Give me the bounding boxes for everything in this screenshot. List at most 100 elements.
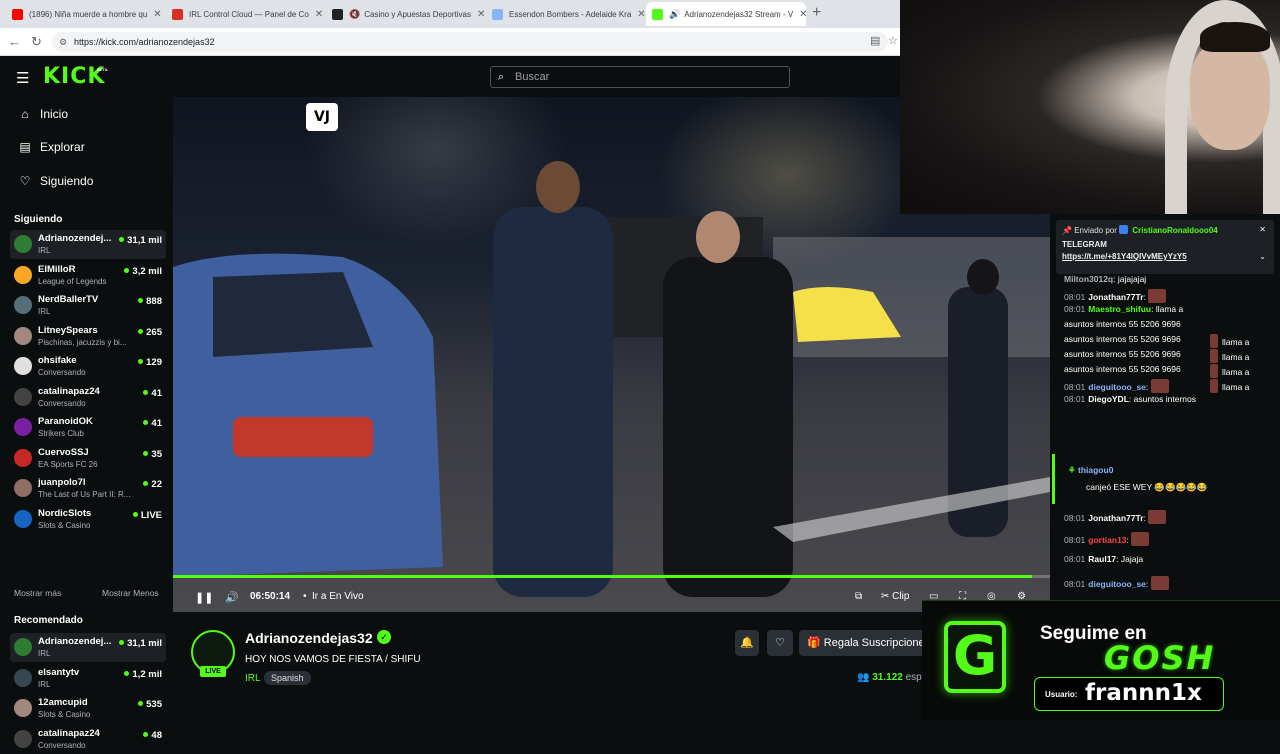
reader-icon[interactable]: ▤ <box>870 34 880 47</box>
url-text: https://kick.com/adrianozendejas32 <box>74 37 215 47</box>
chat-text-continued: llama a <box>1210 334 1249 348</box>
chat-message: asuntos internos 55 5206 9696 <box>1064 334 1181 344</box>
chat-username[interactable]: gortian13 <box>1088 535 1126 545</box>
pinned-message[interactable]: 📌 Enviado por CristianoRonaldooo04 TELEG… <box>1056 220 1274 274</box>
live-dot-icon <box>143 420 149 425</box>
clip-icon: ✂ <box>881 591 890 602</box>
menu-icon[interactable]: ☰ <box>16 69 29 87</box>
live-dot-icon <box>138 359 144 364</box>
browser-tab[interactable]: Essendon Bombers - Adelaide Kra ✕ <box>486 2 646 26</box>
chat-text: asuntos internos 55 5206 9696 <box>1064 364 1181 374</box>
channel-name: Adrianozendej... <box>38 636 112 647</box>
channel-category: Conversando <box>38 740 86 750</box>
chat-username[interactable]: Jonathan77Tr <box>1088 513 1143 523</box>
pinned-link[interactable]: https://t.me/+81Y4lQlVvMEyYzY5 <box>1062 252 1268 261</box>
back-icon[interactable]: ← <box>8 34 21 49</box>
chat-username[interactable]: Maestro_shifuu <box>1088 304 1151 314</box>
close-tab-icon[interactable]: ✕ <box>793 9 806 20</box>
sidebar-channel[interactable]: NerdBallerTV IRL 888 <box>10 291 166 320</box>
chat-username[interactable]: Jonathan77Tr <box>1088 292 1143 302</box>
address-bar: ← ↻ ⚙ https://kick.com/adrianozendejas32… <box>0 28 900 56</box>
chat-username[interactable]: DiegoYDL <box>1088 394 1129 404</box>
sub-text: canjeó ESE WEY 😂😂😂😂😂 <box>1086 482 1207 493</box>
close-tab-icon[interactable]: ✕ <box>147 9 161 20</box>
avatar <box>14 699 32 717</box>
bookmark-star-icon[interactable]: ☆ <box>888 34 898 47</box>
sidebar-channel[interactable]: catalinapaz24 Conversando 48 <box>10 725 166 754</box>
pause-icon[interactable]: ❚❚ <box>195 591 213 604</box>
nav-following[interactable]: ♡ Siguiendo <box>18 174 94 188</box>
close-tab-icon[interactable]: ✕ <box>309 9 323 20</box>
channel-category: Strikers Club <box>38 429 84 438</box>
chat-message: 08:01 Jonathan77Tr: <box>1064 289 1167 303</box>
sidebar-channel[interactable]: 12amcupid Slots & Casino 535 <box>10 694 166 723</box>
tab-title: Essendon Bombers - Adelaide Kra <box>509 9 632 19</box>
sub-highlight-bar <box>1052 454 1055 504</box>
browser-tab[interactable]: IRL Control Cloud — Panel de Co ✕ <box>166 2 326 26</box>
emote-icon <box>1150 576 1169 590</box>
search-icon: ⌕ <box>498 71 505 83</box>
chat-text-continued: llama a <box>1210 379 1249 393</box>
channel-name: ElMilloR <box>38 263 76 275</box>
chat-username[interactable]: dieguitooo_se <box>1088 579 1146 589</box>
volume-icon[interactable]: 🔊 <box>225 591 239 604</box>
go-live-button[interactable]: Ir a En Vivo <box>312 591 364 602</box>
channel-category: The Last of Us Part II: R... <box>38 490 131 499</box>
nav-label: Explorar <box>40 140 85 154</box>
sidebar-channel[interactable]: Adrianozendej... IRL 31,1 mil <box>10 633 166 662</box>
chat-username[interactable]: Raul17 <box>1088 554 1116 564</box>
sidebar-channel[interactable]: ElMilloR League of Legends 3,2 mil <box>10 261 166 290</box>
gift-sub-button[interactable]: 🎁 Regala Suscripcione <box>799 630 933 656</box>
close-tab-icon[interactable]: ✕ <box>471 9 485 20</box>
chat-time: 08:01 <box>1064 304 1086 314</box>
chat-text: : <box>1143 513 1146 523</box>
emote-icon <box>1150 379 1169 393</box>
live-dot-icon <box>138 701 144 706</box>
miniplayer-icon[interactable]: ⧉ <box>855 591 862 602</box>
channel-name: catalinapaz24 <box>38 385 100 397</box>
sidebar-channel[interactable]: CuervoSSJ EA Sports FC 26 35 <box>10 444 166 473</box>
language-tag[interactable]: Spanish <box>264 671 311 685</box>
clip-button[interactable]: ✂ Clip <box>881 591 909 602</box>
chat-text-continued: llama a <box>1210 349 1249 363</box>
close-tab-icon[interactable]: ✕ <box>631 9 645 20</box>
nav-label: Siguiendo <box>40 174 94 188</box>
show-less-link[interactable]: Mostrar Menos <box>102 588 159 598</box>
tab-title: Adrianozendejas32 Stream - V <box>684 9 794 19</box>
channel-name[interactable]: Adrianozendejas32 <box>245 630 373 646</box>
site-info-icon[interactable]: ⚙ <box>59 32 67 52</box>
sidebar-channel[interactable]: elsantytv IRL 1,2 mil <box>10 664 166 693</box>
nav-explore[interactable]: ▤ Explorar <box>18 140 85 154</box>
browser-tab-active[interactable]: 🔊 Adrianozendejas32 Stream - V ✕ <box>646 2 806 26</box>
follow-heart-icon[interactable]: ♡ <box>767 630 793 656</box>
notification-bell-icon[interactable]: 🔔 <box>735 630 759 656</box>
reload-icon[interactable]: ↻ <box>31 34 42 50</box>
sidebar-channel[interactable]: catalinapaz24 Conversando 41 <box>10 383 166 412</box>
chat-username[interactable]: dieguitooo_se <box>1088 382 1146 392</box>
sidebar-channel[interactable]: ParanoidOK Strikers Club 41 <box>10 413 166 442</box>
browser-tab[interactable]: 🔇 Casino y Apuestas Deportivas ✕ <box>326 2 486 26</box>
browser-tab[interactable]: (1896) Niña muerde a hombre qu ✕ <box>6 2 166 26</box>
chat-time: 08:01 <box>1064 292 1086 302</box>
search-input[interactable]: ⌕ Buscar <box>490 66 790 88</box>
unpin-icon[interactable]: ✕ <box>1259 225 1266 234</box>
new-tab-button[interactable]: + <box>812 4 821 22</box>
chevron-down-icon[interactable]: ⌄ <box>1259 252 1266 261</box>
chat-text: llama a <box>1222 352 1250 362</box>
user-label: Usuario: <box>1045 690 1078 699</box>
sidebar-channel[interactable]: LitneySpears Pischinas, jacuzzis y bi... 2… <box>10 322 166 351</box>
category-link[interactable]: IRL <box>245 673 261 684</box>
tab-title: (1896) Niña muerde a hombre qu <box>29 9 148 19</box>
nav-home[interactable]: ⌂ Inicio <box>18 107 68 121</box>
chat-message: asuntos internos 55 5206 9696 <box>1064 319 1181 329</box>
avatar <box>14 387 32 406</box>
url-field[interactable]: ⚙ https://kick.com/adrianozendejas32 <box>52 32 888 52</box>
sidebar-channel[interactable]: Adrianozendej... IRL 31,1 mil <box>10 230 166 259</box>
progress-bar[interactable] <box>173 575 1050 578</box>
sidebar-channel[interactable]: NordicSlots Slots & Casino LIVE <box>10 505 166 534</box>
chat-message: 08:01 Jonathan77Tr: <box>1064 510 1167 524</box>
chat-username[interactable]: Milton3012q <box>1064 274 1113 284</box>
sidebar-channel[interactable]: ohsifake Conversando 129 <box>10 352 166 381</box>
sidebar-channel[interactable]: juanpolo7l The Last of Us Part II: R... 22 <box>10 474 166 503</box>
show-more-link[interactable]: Mostrar más <box>14 588 61 598</box>
